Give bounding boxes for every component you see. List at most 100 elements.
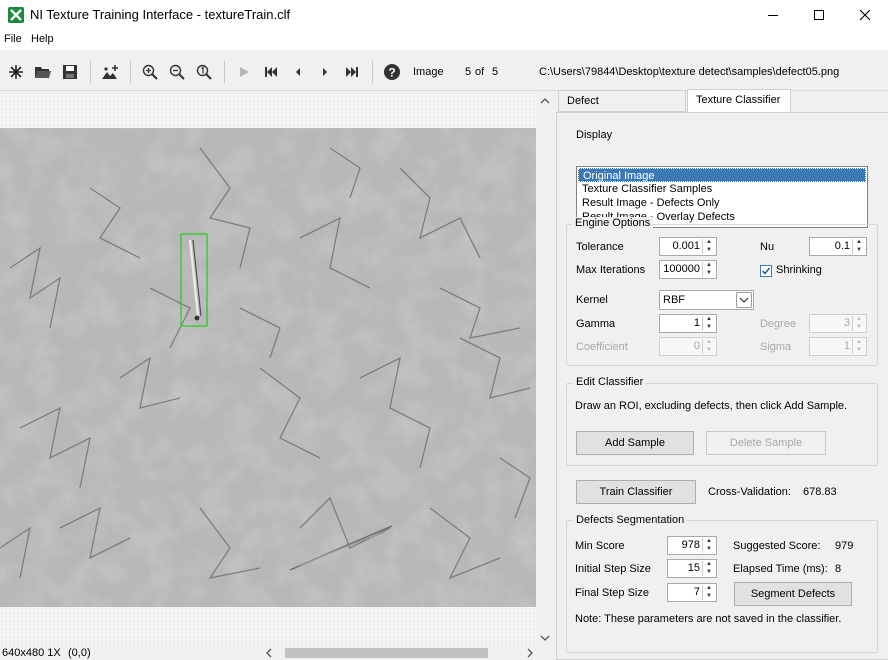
cross-validation-value: 678.83	[803, 486, 837, 498]
image-of-label: of	[475, 66, 485, 78]
edit-instruction: Draw an ROI, excluding defects, then cli…	[575, 400, 848, 412]
spinner-arrows-icon: ▲ ▼	[852, 339, 865, 354]
segmentation-note: Note: These parameters are not saved in …	[575, 613, 842, 625]
file-path: C:\Users\79844\Desktop\texture detect\sa…	[539, 66, 840, 78]
close-icon	[859, 9, 871, 21]
right-panel: Defect Characterization Texture Classifi…	[556, 89, 888, 660]
maximize-button[interactable]	[796, 0, 842, 30]
zoom-out-icon	[169, 64, 185, 80]
add-sample-button[interactable]: Add Sample	[576, 431, 694, 455]
save-button[interactable]	[59, 61, 81, 83]
texture-image-render	[0, 128, 536, 607]
zoom-in-icon	[142, 64, 158, 80]
coefficient-spinner: 0 ▲ ▼	[659, 337, 717, 356]
nu-label: Nu	[760, 241, 775, 253]
help-button[interactable]: ?	[381, 61, 403, 83]
help-icon: ?	[384, 64, 400, 80]
image-index: 5	[465, 66, 472, 78]
spinner-arrows-icon[interactable]: ▲ ▼	[702, 262, 715, 277]
toolbar-separator	[90, 61, 91, 83]
chevron-down-icon[interactable]	[736, 292, 752, 308]
display-title: Display	[576, 129, 613, 141]
delete-sample-button: Delete Sample	[706, 431, 826, 455]
zoom-actual-button[interactable]	[193, 61, 215, 83]
kernel-select[interactable]: RBF	[659, 290, 754, 310]
toolbar-separator	[372, 61, 373, 83]
segment-defects-button[interactable]: Segment Defects	[734, 582, 852, 606]
menu-bar: File Help	[0, 30, 888, 50]
add-image-button[interactable]	[99, 61, 121, 83]
toolbar: ? Image 5 of 5 C:\Users\79844\Desktop\te…	[0, 53, 888, 91]
scroll-up-icon[interactable]	[537, 93, 553, 109]
shrinking-checkbox[interactable]	[760, 265, 772, 277]
elapsed-time-value: 8	[835, 563, 842, 575]
spinner-arrows-icon[interactable]: ▲ ▼	[702, 585, 715, 600]
zoom-in-button[interactable]	[139, 61, 161, 83]
minimize-button[interactable]	[750, 0, 796, 30]
cross-validation-label: Cross-Validation:	[708, 486, 791, 498]
train-classifier-button[interactable]: Train Classifier	[576, 480, 696, 504]
new-button[interactable]	[5, 61, 27, 83]
min-score-spinner[interactable]: 978 ▲ ▼	[667, 536, 717, 555]
app-icon	[8, 7, 24, 23]
scroll-down-icon[interactable]	[537, 630, 553, 646]
last-image-button[interactable]	[341, 61, 363, 83]
degree-label: Degree	[760, 318, 797, 330]
spinner-arrows-icon: ▲ ▼	[702, 339, 715, 354]
save-icon	[63, 65, 77, 79]
tab-defect-characterization[interactable]: Defect Characterization	[558, 90, 686, 128]
sigma-label: Sigma	[760, 341, 792, 353]
menu-help[interactable]: Help	[31, 33, 54, 45]
play-button[interactable]	[233, 61, 255, 83]
first-icon	[265, 67, 277, 77]
zoom-out-button[interactable]	[166, 61, 188, 83]
suggested-score-label: Suggested Score:	[733, 540, 821, 552]
scroll-right-icon[interactable]	[525, 647, 535, 659]
next-image-button[interactable]	[314, 61, 336, 83]
minimize-icon	[768, 15, 778, 16]
menu-file[interactable]: File	[4, 33, 22, 45]
spinner-arrows-icon[interactable]: ▲ ▼	[702, 538, 715, 553]
spinner-arrows-icon[interactable]: ▲ ▼	[702, 561, 715, 576]
coefficient-label: Coefficient	[576, 341, 628, 353]
nu-spinner[interactable]: 0.1 ▲ ▼	[809, 237, 867, 256]
window-title: NI Texture Training Interface - textureT…	[30, 7, 291, 22]
shrinking-label: Shrinking	[776, 264, 822, 276]
gamma-spinner[interactable]: 1 ▲ ▼	[659, 314, 717, 333]
min-score-label: Min Score	[575, 540, 625, 552]
spinner-arrows-icon[interactable]: ▲ ▼	[852, 239, 865, 254]
suggested-score-value: 979	[835, 540, 854, 552]
image-viewer[interactable]	[0, 91, 537, 646]
elapsed-time-label: Elapsed Time (ms):	[733, 563, 828, 575]
spinner-arrows-icon[interactable]: ▲ ▼	[702, 316, 715, 331]
previous-image-button[interactable]	[287, 61, 309, 83]
gamma-label: Gamma	[576, 318, 616, 330]
final-step-spinner[interactable]: 7 ▲ ▼	[667, 583, 717, 602]
display-option-defects-only[interactable]: Result Image - Defects Only	[578, 196, 866, 210]
title-bar: NI Texture Training Interface - textureT…	[0, 0, 888, 30]
tab-texture-classifier[interactable]: Texture Classifier	[687, 89, 791, 113]
toolbar-separator	[130, 61, 131, 83]
close-button[interactable]	[842, 0, 888, 30]
open-button[interactable]	[32, 61, 54, 83]
display-option-samples[interactable]: Texture Classifier Samples	[578, 182, 866, 196]
tolerance-label: Tolerance	[576, 241, 624, 253]
spinner-arrows-icon[interactable]: ▲ ▼	[702, 239, 715, 254]
degree-spinner: 3 ▲ ▼	[809, 314, 867, 333]
scroll-left-icon[interactable]	[264, 647, 274, 659]
defects-segmentation-title: Defects Segmentation	[573, 514, 688, 526]
first-image-button[interactable]	[260, 61, 282, 83]
status-image-size: 640x480 1X	[2, 647, 61, 659]
last-icon	[346, 67, 358, 77]
horizontal-scroll-thumb[interactable]	[285, 648, 488, 658]
new-icon	[9, 65, 23, 79]
viewer-vertical-scrollbar[interactable]	[537, 91, 553, 646]
display-option-original[interactable]: Original Image	[578, 168, 866, 182]
image-count: 5	[492, 66, 499, 78]
max-iterations-spinner[interactable]: 100000 ▲ ▼	[659, 260, 717, 279]
tolerance-spinner[interactable]: 0.001 ▲ ▼	[659, 237, 717, 256]
texture-image[interactable]	[0, 128, 536, 607]
initial-step-spinner[interactable]: 15 ▲ ▼	[667, 559, 717, 578]
previous-icon	[296, 68, 300, 76]
maximize-icon	[814, 10, 824, 20]
